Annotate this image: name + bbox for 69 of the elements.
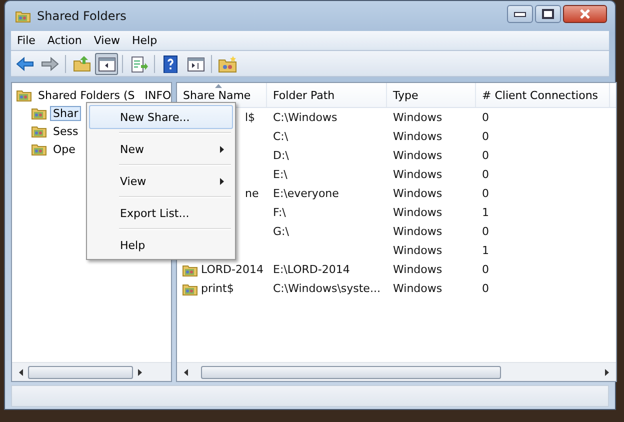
- minimize-button[interactable]: [507, 5, 533, 23]
- menu-item[interactable]: File: [11, 34, 42, 47]
- table-cell: E:\: [273, 168, 288, 181]
- table-cell: l$: [245, 111, 256, 124]
- table-cell: Windows: [393, 225, 442, 238]
- window-title: Shared Folders: [37, 9, 126, 23]
- table-cell: 0: [482, 263, 489, 276]
- table-cell: 0: [482, 282, 489, 295]
- table-cell: Windows: [393, 130, 442, 143]
- context-menu-item[interactable]: New Share...: [89, 105, 233, 129]
- left-arrow-icon[interactable]: [184, 368, 188, 376]
- table-cell: 1: [482, 206, 489, 219]
- tree-item[interactable]: Ope: [50, 142, 78, 156]
- table-cell: 0: [482, 111, 489, 124]
- menu-item[interactable]: Action: [41, 34, 88, 47]
- tree-item[interactable]: Shared Folders (S: [35, 88, 138, 102]
- table-cell: C:\Windows\syste...: [273, 282, 380, 295]
- column-header[interactable]: Type: [387, 83, 476, 107]
- table-cell: 0: [482, 149, 489, 162]
- table-cell: Windows: [393, 206, 442, 219]
- tree-item[interactable]: Sess: [50, 124, 82, 138]
- table-cell: Windows: [393, 187, 442, 200]
- right-arrow-icon[interactable]: [605, 368, 609, 376]
- context-menu-item[interactable]: New: [89, 137, 233, 161]
- table-cell: Windows: [393, 168, 442, 181]
- table-cell: E:\LORD-2014: [273, 263, 350, 276]
- table-cell: Windows: [393, 111, 442, 124]
- shared-folder-icon: [182, 262, 198, 276]
- close-button[interactable]: [563, 5, 607, 23]
- close-icon: [578, 9, 592, 19]
- table-cell: 0: [482, 225, 489, 238]
- table-cell: F:\: [273, 206, 286, 219]
- table-cell: 0: [482, 187, 489, 200]
- shared-folder-icon: [31, 124, 47, 138]
- table-cell: LORD-2014: [201, 263, 264, 276]
- tree-item-text: INFO: [144, 88, 171, 102]
- table-cell: E:\everyone: [273, 187, 339, 200]
- column-header[interactable]: Folder Path: [267, 83, 387, 107]
- context-menu-item[interactable]: Export List...: [89, 201, 233, 225]
- table-cell: 0: [482, 130, 489, 143]
- table-cell: G:\: [273, 225, 289, 238]
- shared-folder-icon: [31, 142, 47, 156]
- table-cell: D:\: [273, 149, 289, 162]
- shared-folder-icon: [182, 282, 198, 296]
- table-cell: 1: [482, 244, 489, 257]
- shared-folder-icon: [15, 9, 31, 23]
- horizontal-scrollbar[interactable]: [12, 362, 171, 381]
- menu-item[interactable]: Help: [126, 34, 164, 47]
- shared-folder-icon: [31, 106, 47, 120]
- table-cell: C:\Windows: [273, 111, 338, 124]
- table-cell: C:\: [273, 130, 288, 143]
- table-cell: 0: [482, 168, 489, 181]
- table-cell: Windows: [393, 263, 442, 276]
- left-arrow-icon[interactable]: [19, 368, 23, 376]
- table-cell: ne: [245, 187, 259, 200]
- right-arrow-icon[interactable]: [138, 368, 142, 376]
- horizontal-scrollbar[interactable]: [177, 362, 616, 381]
- table-cell: Windows: [393, 244, 442, 257]
- shared-folder-icon: [16, 88, 32, 102]
- tree-pane-button[interactable]: [95, 52, 118, 74]
- table-cell: print$: [201, 282, 234, 295]
- context-menu-item[interactable]: Help: [89, 233, 233, 257]
- maximize-button[interactable]: [535, 5, 561, 23]
- table-cell: Windows: [393, 282, 442, 295]
- menu-item[interactable]: View: [88, 34, 126, 47]
- tree-item[interactable]: Shar: [50, 106, 82, 120]
- context-menu-item[interactable]: View: [89, 169, 233, 193]
- table-cell: Windows: [393, 149, 442, 162]
- column-header[interactable]: # Client Connections: [476, 83, 610, 107]
